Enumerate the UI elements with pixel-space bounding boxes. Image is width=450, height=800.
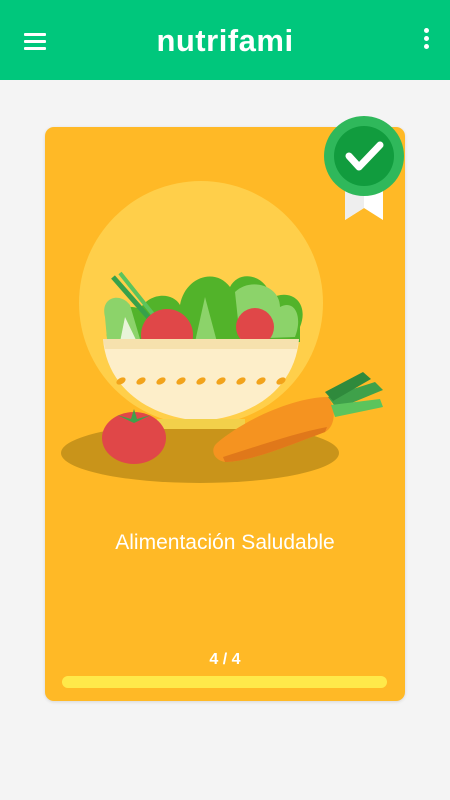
app-bar: nutrifami [0,0,450,80]
module-title: Alimentación Saludable [115,531,335,554]
progress-fill [62,676,387,688]
more-options-icon[interactable] [418,27,434,53]
app-logo: nutrifami [156,23,294,58]
progress-bar [62,676,387,688]
progress-counter: 4 / 4 [209,651,241,668]
check-badge-icon [324,116,404,220]
